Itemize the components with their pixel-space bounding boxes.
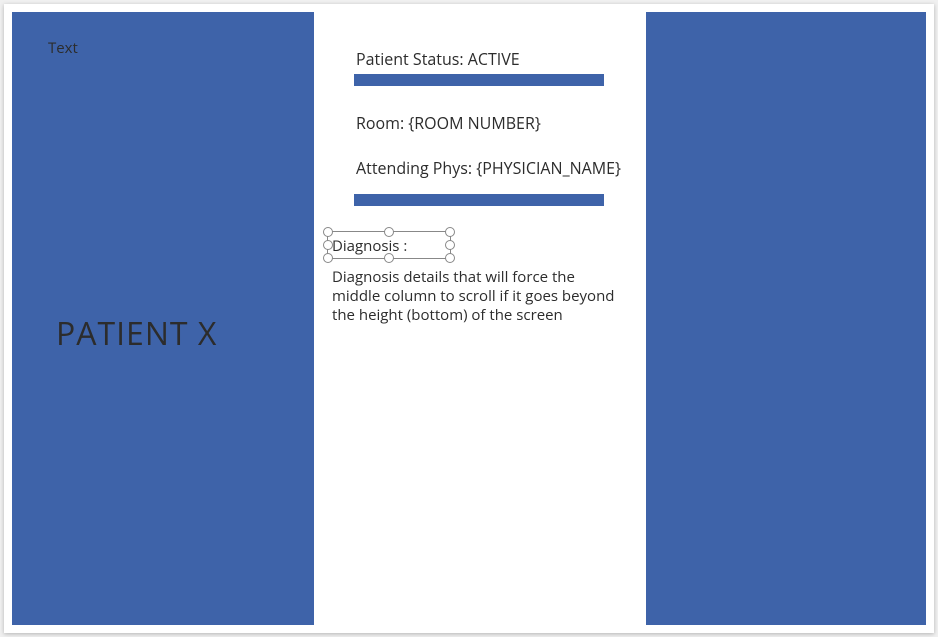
status-prefix: Patient Status: — [356, 48, 468, 70]
left-column-panel: Text PATIENT X — [12, 12, 314, 625]
center-column: Patient Status: ACTIVE Room: {ROOM NUMBE… — [314, 12, 646, 625]
right-column-panel — [646, 12, 926, 625]
resize-handle-mid-left[interactable] — [323, 240, 333, 250]
patient-status-line[interactable]: Patient Status: ACTIVE — [356, 48, 520, 70]
physician-prefix: Attending Phys: — [356, 157, 476, 179]
slide-canvas[interactable]: Text PATIENT X Patient Status: ACTIVE Ro… — [12, 12, 926, 625]
divider-bar-middle — [354, 194, 604, 206]
physician-value: {PHYSICIAN_NAME} — [476, 157, 621, 179]
divider-bar-top — [354, 74, 604, 86]
resize-handle-mid-right[interactable] — [445, 240, 455, 250]
diagnosis-label: Diagnosis : — [332, 236, 407, 256]
physician-line[interactable]: Attending Phys: {PHYSICIAN_NAME} — [356, 157, 621, 179]
room-prefix: Room: — [356, 112, 408, 134]
room-line[interactable]: Room: {ROOM NUMBER} — [356, 112, 541, 134]
diagnosis-details-text[interactable]: Diagnosis details that will force the mi… — [332, 268, 624, 324]
resize-handle-top-right[interactable] — [445, 227, 455, 237]
left-placeholder-text[interactable]: Text — [48, 38, 78, 58]
diagnosis-label-textbox-selected[interactable]: Diagnosis : — [327, 231, 451, 259]
resize-handle-bottom-right[interactable] — [445, 253, 455, 263]
patient-title[interactable]: PATIENT X — [56, 312, 217, 355]
room-value: {ROOM NUMBER} — [408, 112, 541, 134]
status-value: ACTIVE — [468, 48, 520, 70]
resize-handle-top-center[interactable] — [384, 227, 394, 237]
resize-handle-bottom-left[interactable] — [323, 253, 333, 263]
resize-handle-bottom-center[interactable] — [384, 253, 394, 263]
document-frame: Text PATIENT X Patient Status: ACTIVE Ro… — [4, 4, 934, 633]
resize-handle-top-left[interactable] — [323, 227, 333, 237]
